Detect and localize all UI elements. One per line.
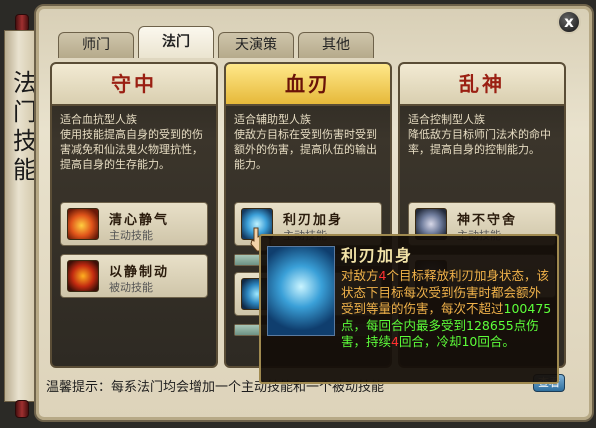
burst-skill-icon[interactable] — [67, 260, 99, 292]
blade-tooltip-icon — [267, 246, 335, 336]
tooltip-cap-value: 100475 — [503, 301, 552, 316]
skill-type: 被动技能 — [109, 281, 153, 294]
skill-name: 以静制动 — [109, 265, 170, 280]
column-title[interactable]: 乱神 — [400, 64, 564, 106]
skill-type: 主动技能 — [109, 229, 153, 242]
tab-tianyance[interactable]: 天演策 — [218, 32, 294, 58]
skill-card[interactable]: 清心静气 主动技能 — [60, 202, 208, 246]
close-button[interactable]: x — [557, 10, 581, 34]
column-description: 适合控制型人族 降低敌方目标师门法术的命中率，提高自身的控制能力。 — [408, 113, 551, 156]
column-title[interactable]: 守中 — [52, 64, 216, 106]
tooltip-rounds: 4 — [391, 334, 399, 349]
skill-name: 利刃加身 — [283, 213, 344, 228]
skill-name: 清心静气 — [109, 213, 170, 228]
tooltip-body: 对敌方4个目标释放利刃加身状态，该状态下目标每次受到伤害时都会额外受到等量的伤害… — [341, 268, 553, 351]
flame-skill-icon[interactable] — [67, 208, 99, 240]
column-description: 适合血抗型人族 使用技能提高自身的受到的伤害减免和仙法鬼火物理抗性，提高自身的生… — [60, 113, 203, 171]
skill-tooltip: 利刃加身 对敌方4个目标释放利刃加身状态，该状态下目标每次受到伤害时都会额外受到… — [259, 234, 559, 384]
tooltip-text-c: 点，每回合内最多受到 — [341, 317, 467, 333]
tab-shimen[interactable]: 师门 — [58, 32, 134, 58]
tab-famen[interactable]: 法门 — [138, 26, 214, 58]
skill-window: 法 门 技 能 x 师门 法门 天演策 其他 守中 适合血抗型人族 使用技能提高… — [0, 0, 596, 428]
tooltip-total-value: 128655 — [466, 317, 514, 333]
tooltip-text-a: 对敌方 — [341, 268, 379, 283]
tooltip-text-e: 回合，冷却10回合。 — [398, 334, 515, 349]
tab-other[interactable]: 其他 — [298, 32, 374, 58]
column-title[interactable]: 血刃 — [226, 64, 390, 106]
column-description: 适合辅助型人族 使敌方目标在受到伤害时受到额外的伤害，提高队伍的输出能力。 — [234, 113, 377, 171]
skill-name: 神不守舍 — [457, 213, 518, 228]
tooltip-title: 利刃加身 — [341, 246, 414, 265]
column-shouzhong: 守中 适合血抗型人族 使用技能提高自身的受到的伤害减免和仙法鬼火物理抗性，提高自… — [50, 62, 218, 368]
skill-card[interactable]: 以静制动 被动技能 — [60, 254, 208, 298]
scroll-roller-bottom — [15, 400, 29, 418]
